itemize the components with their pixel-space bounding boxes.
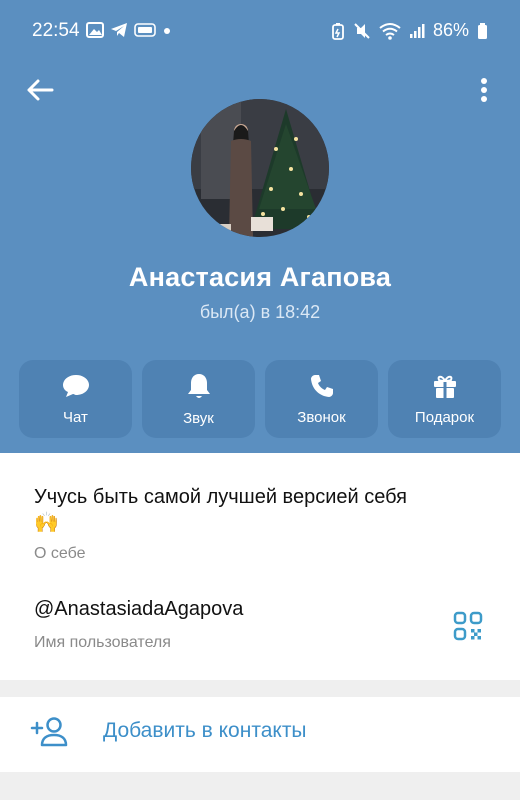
sound-button-label: Звук xyxy=(183,409,214,427)
gift-button-label: Подарок xyxy=(414,408,475,426)
avatar-photo xyxy=(191,99,329,237)
mute-icon xyxy=(354,22,370,39)
phone-icon xyxy=(310,374,333,397)
more-options-button[interactable] xyxy=(470,72,498,108)
chat-button[interactable]: Чат xyxy=(19,360,132,438)
bell-icon xyxy=(187,373,210,398)
gift-button[interactable]: Подарок xyxy=(388,360,501,438)
bio-label: О себе xyxy=(34,545,86,562)
profile-header: 22:54 86% Анастасия Агапова был(а) в 18:… xyxy=(0,0,520,453)
arrow-left-icon xyxy=(27,79,54,101)
status-notification-icons xyxy=(86,22,172,38)
bio-text[interactable]: Учусь быть самой лучшей версией себя 🙌 xyxy=(34,484,494,536)
bio-line: Учусь быть самой лучшей версией себя xyxy=(34,486,407,508)
status-system-icons: 86% xyxy=(331,20,488,41)
call-button[interactable]: Звонок xyxy=(265,360,378,438)
gift-icon xyxy=(433,375,456,398)
battery-level: 86% xyxy=(432,20,469,40)
vpn-icon xyxy=(134,23,156,37)
telegram-icon xyxy=(111,23,127,37)
qr-code-button[interactable] xyxy=(452,610,484,642)
status-time: 22:54 xyxy=(32,20,80,41)
dot-icon xyxy=(164,28,170,34)
username-value[interactable]: @AnastasiadaAgapova xyxy=(34,598,243,621)
signal-icon xyxy=(409,23,425,38)
profile-actions: Чат Звук Звонок Подарок xyxy=(19,360,501,438)
username-label: Имя пользователя xyxy=(34,634,171,651)
wifi-icon xyxy=(379,22,401,40)
battery-saver-icon xyxy=(332,22,344,40)
more-vertical-icon xyxy=(481,78,487,102)
chat-icon xyxy=(62,374,89,397)
add-contact-label: Добавить в контакты xyxy=(103,719,307,742)
chat-button-label: Чат xyxy=(63,408,88,426)
battery-icon xyxy=(478,22,487,39)
back-button[interactable] xyxy=(22,72,58,108)
sound-button[interactable]: Звук xyxy=(142,360,255,438)
avatar[interactable] xyxy=(191,99,329,237)
profile-name: Анастасия Агапова xyxy=(128,262,392,292)
call-button-label: Звонок xyxy=(297,408,346,426)
add-user-icon xyxy=(30,717,68,747)
add-contact-row[interactable]: Добавить в контакты xyxy=(0,697,520,772)
bio-emoji: 🙌 xyxy=(34,512,59,534)
last-seen-status: был(а) в 18:42 xyxy=(199,302,321,322)
gallery-icon xyxy=(86,22,104,38)
qr-code-icon xyxy=(453,611,483,641)
status-bar: 22:54 86% xyxy=(0,0,520,62)
